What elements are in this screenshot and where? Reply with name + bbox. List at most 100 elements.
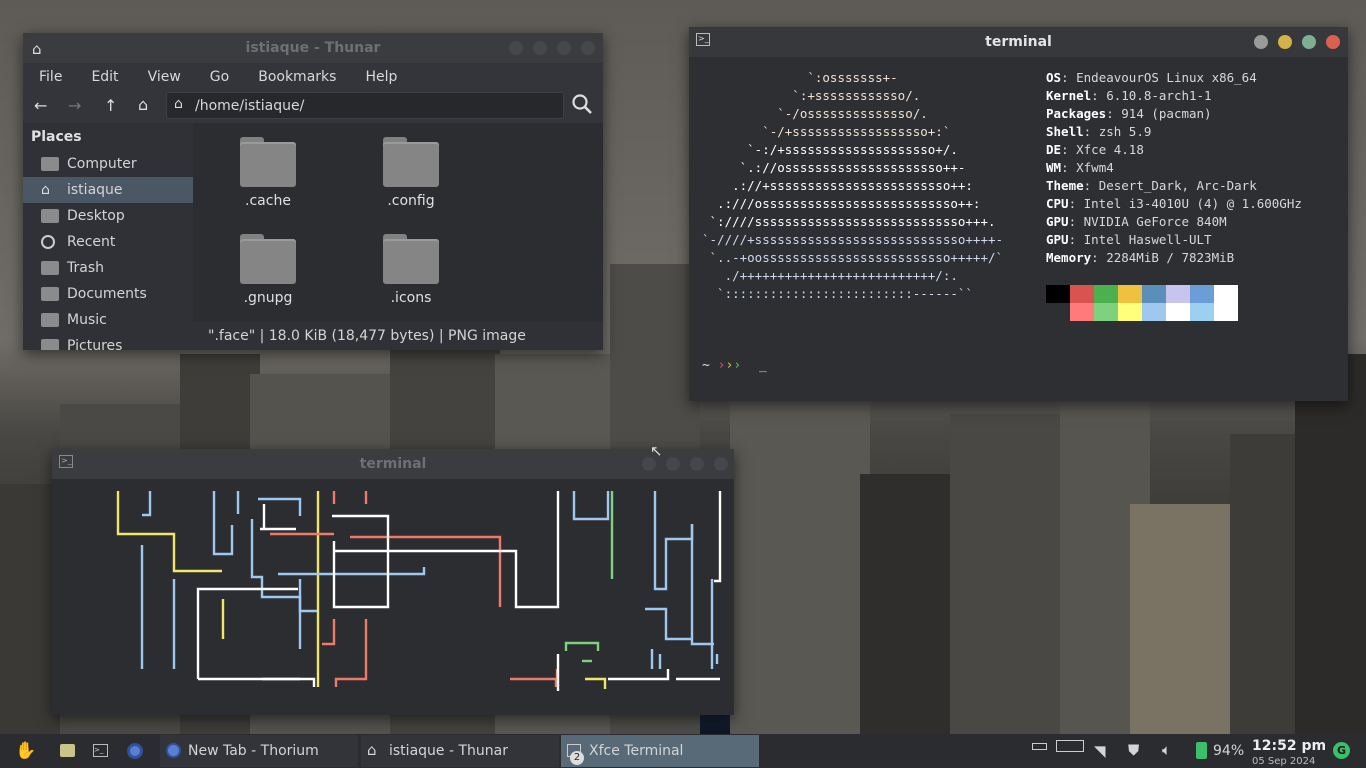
clock-time[interactable]: 12:52 pm — [1252, 738, 1326, 754]
system-tray: ◥ ⛊ 🔈︎ 94% 12:52 pm 05 Sep 2024 G — [1028, 734, 1366, 768]
maximize-button[interactable] — [1302, 35, 1316, 49]
minimize-button[interactable] — [1278, 35, 1292, 49]
update-icon[interactable]: G — [1333, 742, 1350, 759]
file-item[interactable]: .config — [361, 137, 461, 209]
sidebar-item-trash[interactable]: Trash — [23, 255, 193, 281]
workspace-1[interactable] — [1032, 743, 1047, 750]
clock-date: 05 Sep 2024 — [1252, 756, 1316, 767]
palette-swatch — [1142, 303, 1166, 321]
music-icon — [41, 313, 59, 327]
network-icon[interactable]: ◥ — [1094, 742, 1106, 760]
logo-line: `..-+oosssssssssssssssssssssssso+++++/` — [709, 250, 1004, 265]
whisker-menu-icon[interactable]: ✋ — [15, 741, 36, 761]
home-icon[interactable]: ⌂ — [138, 95, 148, 114]
menu-go[interactable]: Go — [194, 69, 242, 85]
file-manager-icon[interactable] — [60, 744, 75, 757]
info-line: GPU: NVIDIA GeForce 840M — [1046, 214, 1227, 229]
prompt-arrows: › — [733, 358, 742, 373]
file-view: .cache .config .gnupg .icons — [193, 123, 603, 322]
up-icon[interactable]: ↑ — [104, 96, 117, 115]
shell-prompt[interactable]: ~ ››› _ — [702, 358, 767, 373]
window-title: terminal — [985, 34, 1052, 50]
close-button[interactable] — [581, 41, 595, 55]
palette-swatch — [1046, 303, 1070, 321]
close-button[interactable] — [1326, 35, 1340, 49]
shade-button[interactable] — [509, 41, 523, 55]
battery-icon[interactable] — [1196, 742, 1207, 759]
file-item[interactable]: .cache — [218, 137, 318, 209]
recent-icon — [41, 235, 55, 249]
folder-icon — [240, 137, 296, 187]
logo-line: ./++++++++++++++++++++++++++/:. — [724, 268, 958, 283]
sidebar-item-desktop[interactable]: Desktop — [23, 203, 193, 229]
info-line: CPU: Intel i3-4010U (4) @ 1.600GHz — [1046, 196, 1302, 211]
places-header: Places — [31, 129, 82, 145]
terminal-icon[interactable]: >_ — [93, 744, 108, 757]
window-title: terminal — [359, 456, 427, 472]
terminal-titlebar[interactable]: >_ terminal — [52, 449, 734, 479]
trash-icon — [41, 261, 59, 275]
desktop-icon — [41, 209, 59, 223]
menu-help[interactable]: Help — [349, 69, 410, 85]
search-icon[interactable] — [572, 94, 592, 114]
menubar: File Edit View Go Bookmarks Help — [23, 63, 603, 91]
sidebar-item-label: Trash — [67, 260, 104, 276]
terminal-titlebar[interactable]: >_ terminal — [689, 27, 1348, 57]
minimize-button[interactable] — [533, 41, 547, 55]
palette-swatch — [1118, 285, 1142, 303]
thunar-titlebar[interactable]: ⌂ istiaque - Thunar — [23, 33, 603, 63]
shade-button[interactable] — [1254, 35, 1268, 49]
file-item[interactable]: .icons — [361, 234, 461, 306]
workspace-switcher[interactable] — [1028, 740, 1084, 762]
sidebar-item-recent[interactable]: Recent — [23, 229, 193, 255]
menu-edit[interactable]: Edit — [75, 69, 131, 85]
info-line: Packages: 914 (pacman) — [1046, 106, 1212, 121]
browser-icon[interactable] — [127, 743, 143, 759]
forward-icon[interactable]: → — [68, 96, 81, 115]
maximize-button[interactable] — [690, 457, 704, 471]
task-label: New Tab - Thorium — [188, 743, 319, 759]
logo-line: `-:/+ssssssssssssssssssso+/. — [747, 142, 958, 157]
computer-icon — [41, 157, 59, 171]
maximize-button[interactable] — [557, 41, 571, 55]
home-icon: ⌂ — [367, 741, 377, 759]
info-line: Theme: Desert_Dark, Arc-Dark — [1046, 178, 1257, 193]
back-icon[interactable]: ← — [34, 96, 47, 115]
sidebar-item-istiaque[interactable]: ⌂ istiaque — [23, 177, 193, 203]
shield-icon[interactable]: ⛊ — [1128, 741, 1139, 759]
minimize-button[interactable] — [666, 457, 680, 471]
menu-view[interactable]: View — [132, 69, 194, 85]
palette-swatch — [1190, 303, 1214, 321]
prompt-dir: ~ — [702, 358, 710, 373]
close-button[interactable] — [714, 457, 728, 471]
sidebar-item-music[interactable]: Music — [23, 307, 193, 333]
task-thorium[interactable]: New Tab - Thorium — [160, 735, 358, 767]
volume-icon[interactable]: 🔈︎ — [1162, 741, 1171, 759]
logo-line: `-/ossssssssssssso/. — [777, 106, 928, 121]
file-label: .icons — [390, 290, 432, 306]
sidebar-item-pictures[interactable]: Pictures — [23, 333, 193, 350]
pictures-icon — [41, 339, 59, 350]
workspace-2[interactable] — [1056, 740, 1084, 752]
sidebar-item-documents[interactable]: Documents — [23, 281, 193, 307]
sidebar-item-computer[interactable]: Computer — [23, 151, 193, 177]
distro-logo: `:osssssss+- `:+ssssssssssso/. `-/osssss… — [702, 69, 1003, 303]
file-label: .cache — [245, 193, 291, 209]
toolbar: ← → ↑ ⌂ ⌂ /home/istiaque/ — [23, 91, 603, 123]
location-bar[interactable]: ⌂ /home/istiaque/ — [166, 92, 564, 119]
cursor: _ — [758, 358, 767, 373]
terminal-window: >_ terminal `:osssssss+- `:+ssssssssssso… — [689, 27, 1348, 401]
menu-bookmarks[interactable]: Bookmarks — [242, 69, 349, 85]
sidebar-item-label: Music — [67, 312, 107, 328]
info-line: Kernel: 6.10.8-arch1-1 — [1046, 88, 1212, 103]
folder-icon — [383, 234, 439, 284]
task-terminal[interactable]: 2 Xfce Terminal — [561, 735, 759, 767]
system-info: OS: EndeavourOS Linux x86_64 Kernel: 6.1… — [1046, 69, 1302, 267]
menu-file[interactable]: File — [23, 69, 75, 85]
file-item[interactable]: .gnupg — [218, 234, 318, 306]
pipes-terminal-window: >_ terminal — [52, 449, 734, 715]
task-thunar[interactable]: ⌂ istiaque - Thunar — [361, 735, 559, 767]
palette-swatch — [1094, 285, 1118, 303]
palette-swatch — [1190, 285, 1214, 303]
palette-swatch — [1070, 303, 1094, 321]
